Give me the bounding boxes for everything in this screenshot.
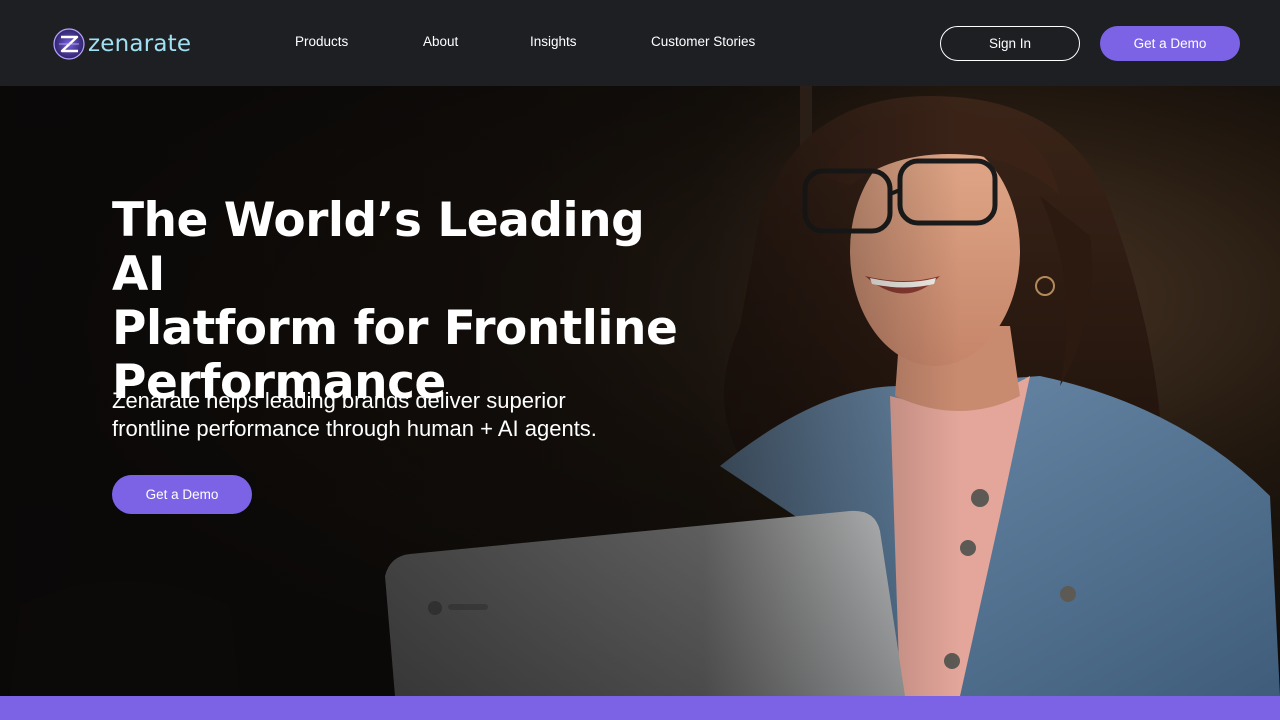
hero-subtitle: Zenarate helps leading brands deliver su… [112, 387, 672, 443]
nav-link-customer-stories[interactable]: Customer Stories [651, 34, 755, 49]
hero-title: The World’s Leading AI Platform for Fron… [112, 194, 712, 410]
nav-link-about[interactable]: About [423, 34, 458, 49]
zenarate-logo[interactable]: zenarate [52, 25, 212, 63]
hero-title-line: The World’s Leading AI [112, 193, 645, 302]
get-demo-hero-button[interactable]: Get a Demo [112, 475, 252, 514]
hero-subtitle-line: Zenarate helps leading brands deliver su… [112, 388, 566, 413]
hero-section: The World’s Leading AI Platform for Fron… [0, 86, 1280, 696]
z-circle-logo-icon [53, 28, 85, 60]
nav-link-products[interactable]: Products [295, 34, 348, 49]
bottom-accent-bar [0, 696, 1280, 720]
sign-in-button[interactable]: Sign In [940, 26, 1080, 61]
brand-name: zenarate [88, 31, 192, 57]
nav-link-insights[interactable]: Insights [530, 34, 577, 49]
hero-subtitle-line: frontline performance through human + AI… [112, 416, 597, 441]
hero-title-line: Platform for Frontline [112, 301, 678, 356]
get-demo-nav-button[interactable]: Get a Demo [1100, 26, 1240, 61]
top-navigation-bar: zenarate Products About Insights Custome… [0, 0, 1280, 86]
